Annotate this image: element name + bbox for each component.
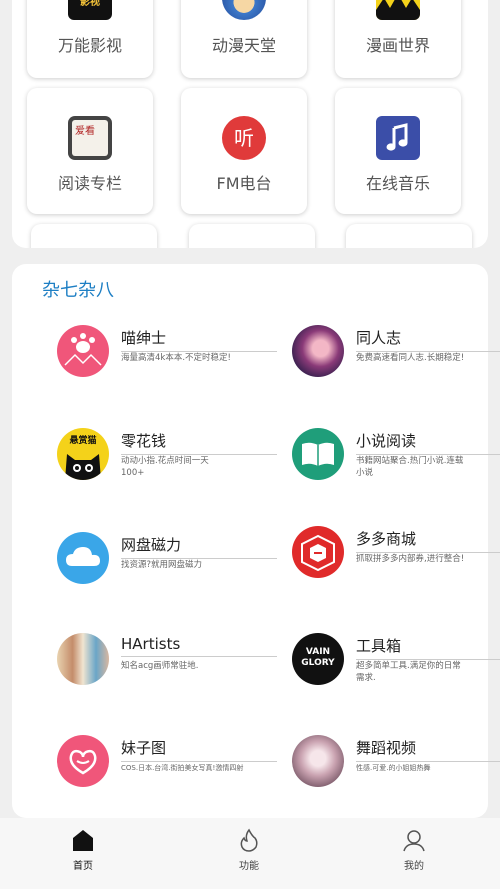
- app-item-toolbox[interactable]: VAIN GLORY 工具箱 超多简单工具.满足你的日常需求.: [292, 633, 500, 693]
- tile-label: 动漫天堂: [211, 36, 276, 55]
- home-icon: [73, 830, 93, 851]
- book-icon-text: 爱看: [75, 126, 95, 137]
- nav-label: 首页: [73, 861, 93, 872]
- comic-icon: [376, 0, 420, 20]
- open-book-icon: [292, 428, 344, 480]
- anime-avatar-icon: [222, 0, 266, 20]
- app-name: 妹子图: [121, 737, 277, 762]
- bottom-nav: 首页 功能 我的: [0, 818, 500, 889]
- app-name: 多多商城: [356, 528, 500, 553]
- nav-home[interactable]: 首页: [53, 828, 113, 872]
- tile-label: 阅读专栏: [57, 174, 122, 193]
- artwork-avatar-icon: [57, 633, 109, 685]
- app-item-duoduo-mall[interactable]: 多多商城 抓取拼多多内部券,进行整合!: [292, 526, 500, 586]
- video-icon: 万能 影视: [68, 0, 112, 20]
- app-name: 网盘磁力: [121, 534, 277, 559]
- app-item-novel[interactable]: 小说阅读 书籍网站聚合.热门小说.连载小说: [292, 428, 500, 488]
- tile-video[interactable]: 万能 影视 万能影视: [27, 0, 153, 78]
- app-name: 喵绅士: [121, 327, 277, 352]
- misc-apps-card: 杂七杂八 喵绅士 海量高清4k本本.不定时稳定! 同人志 免费高速看同人志.长期…: [12, 264, 500, 818]
- app-item-miao[interactable]: 喵绅士 海量高清4k本本.不定时稳定!: [57, 325, 277, 385]
- dancer-avatar-icon: [292, 735, 344, 787]
- doujin-avatar-icon: [292, 325, 344, 377]
- app-desc: COS.日本.台湾.街拍美女写真!激情四射: [121, 764, 244, 772]
- app-name: 舞蹈视频: [356, 737, 500, 762]
- nav-label: 功能: [239, 861, 259, 872]
- app-item-hartists[interactable]: HArtists 知名acg画师常驻地.: [57, 633, 277, 693]
- app-name: 同人志: [356, 327, 500, 352]
- cloud-icon: [57, 532, 109, 584]
- app-item-girls-pics[interactable]: 妹子图 COS.日本.台湾.街拍美女写真!激情四射: [57, 735, 277, 795]
- tile-label: 漫画世界: [365, 36, 430, 55]
- app-desc: 动动小指.花点时间一天100+: [121, 456, 209, 478]
- app-desc: 海量高清4k本本.不定时稳定!: [121, 353, 231, 363]
- app-item-doujin[interactable]: 同人志 免费高速看同人志.长期稳定!: [292, 325, 500, 385]
- tile-label: 在线音乐: [365, 174, 430, 193]
- tile-reading[interactable]: 爱看 阅读专栏: [27, 88, 153, 214]
- cat-icon: 悬赏猫: [57, 428, 109, 480]
- tile-label: FM电台: [216, 174, 272, 193]
- tile-partial-1[interactable]: [31, 224, 157, 248]
- app-item-dance-video[interactable]: 舞蹈视频 性感.可爱.的小姐姐热舞: [292, 735, 500, 795]
- video-icon-text: 万能 影视: [80, 0, 100, 8]
- app-desc: 免费高速看同人志.长期稳定!: [356, 353, 465, 363]
- app-desc: 超多简单工具.满足你的日常需求.: [356, 661, 461, 683]
- app-name: 工具箱: [356, 635, 500, 660]
- pinduoduo-icon: [292, 526, 344, 578]
- nav-features[interactable]: 功能: [219, 828, 279, 872]
- tile-label: 万能影视: [57, 36, 122, 55]
- book-icon: 爱看: [68, 116, 112, 160]
- app-desc: 性感.可爱.的小姐姐热舞: [356, 764, 431, 772]
- tile-anime[interactable]: 动漫天堂: [181, 0, 307, 78]
- app-desc: 找资源?就用网盘磁力: [121, 560, 203, 570]
- app-desc: 书籍网站聚合.热门小说.连载小说: [356, 456, 464, 478]
- tile-fm-radio[interactable]: 听 FM电台: [181, 88, 307, 214]
- app-name: 零花钱: [121, 430, 277, 455]
- radio-icon-text: 听: [234, 126, 254, 150]
- flame-icon: [240, 828, 258, 852]
- app-name: HArtists: [121, 635, 277, 657]
- app-desc: 抓取拼多多内部券,进行整合!: [356, 554, 465, 564]
- app-item-pocket-money[interactable]: 悬赏猫 零花钱 动动小指.花点时间一天100+: [57, 428, 277, 488]
- tile-partial-3[interactable]: [346, 224, 472, 248]
- feature-grid-card: 万能 影视 万能影视 动漫天堂 漫画世界 爱看 阅读专栏 听 FM电台: [12, 0, 488, 248]
- nav-label: 我的: [404, 861, 424, 872]
- section-title: 杂七杂八: [42, 280, 114, 301]
- tile-music[interactable]: 在线音乐: [335, 88, 461, 214]
- paw-icon: [57, 325, 109, 377]
- app-item-netdisk[interactable]: 网盘磁力 找资源?就用网盘磁力: [57, 532, 277, 592]
- profile-icon: [403, 830, 425, 852]
- nav-profile[interactable]: 我的: [384, 828, 444, 872]
- tile-comic[interactable]: 漫画世界: [335, 0, 461, 78]
- vainglory-icon-text: VAIN GLORY: [301, 647, 335, 668]
- tile-partial-2[interactable]: [189, 224, 315, 248]
- radio-icon: 听: [222, 116, 266, 160]
- heart-flower-icon: [57, 735, 109, 787]
- app-desc: 知名acg画师常驻地.: [121, 661, 199, 671]
- vainglory-icon: VAIN GLORY: [292, 633, 344, 685]
- music-note-icon: [376, 116, 420, 160]
- app-name: 小说阅读: [356, 430, 500, 455]
